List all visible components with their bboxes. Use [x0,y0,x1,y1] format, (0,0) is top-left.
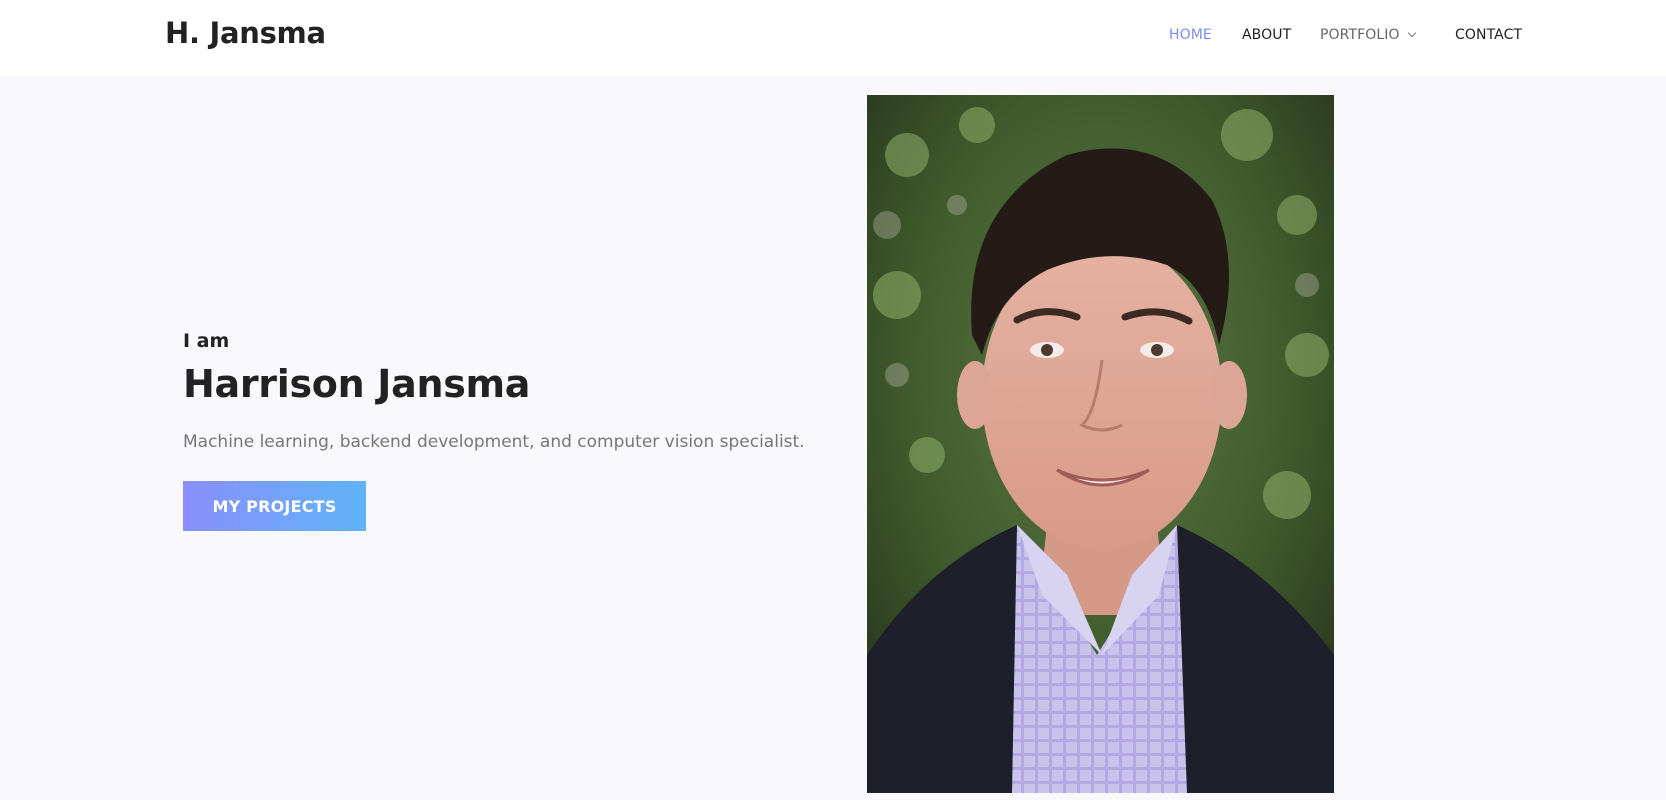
top-navbar: H. Jansma HOME ABOUT PORTFOLIO CONTACT [0,0,1666,76]
main-nav: HOME ABOUT PORTFOLIO CONTACT [0,27,1666,47]
hero-intro: I am [183,330,230,352]
nav-portfolio[interactable]: PORTFOLIO [1320,27,1416,43]
nav-portfolio-label: PORTFOLIO [1320,27,1400,43]
nav-home[interactable]: HOME [1169,27,1212,43]
hero-tagline: Machine learning, backend development, a… [183,432,805,452]
chevron-down-icon [1407,28,1416,38]
profile-photo [867,95,1334,793]
hero-text: I am Harrison Jansma Machine learning, b… [183,330,823,452]
hero-name: Harrison Jansma [183,362,531,406]
profile-photo-illustration [867,95,1334,793]
my-projects-button[interactable]: MY PROJECTS [183,481,366,531]
nav-about[interactable]: ABOUT [1242,27,1291,43]
nav-contact[interactable]: CONTACT [1455,27,1522,43]
